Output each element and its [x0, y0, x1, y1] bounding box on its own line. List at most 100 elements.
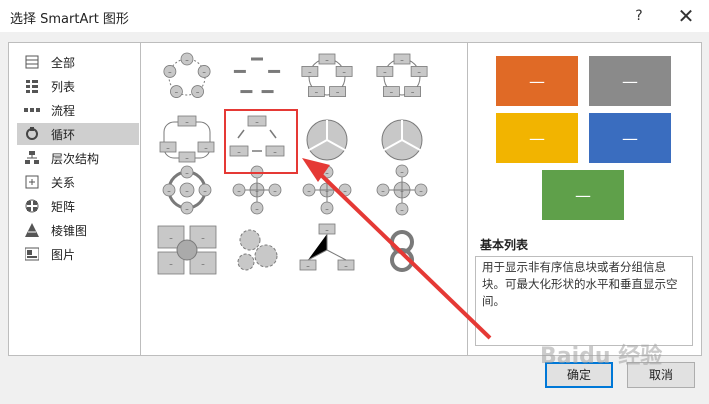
list-icon: [23, 78, 41, 94]
layout-name: 基本列表: [480, 238, 529, 252]
svg-text:–: –: [185, 169, 189, 177]
layout-thumbnail-graphic: – – – – –: [301, 53, 353, 97]
svg-text:–: –: [400, 168, 404, 176]
category-matrix[interactable]: 矩阵: [17, 195, 139, 217]
svg-text:–: –: [343, 187, 347, 195]
layout-thumbnail[interactable]: [367, 218, 437, 282]
svg-text:–: –: [315, 89, 319, 97]
svg-text:–: –: [417, 68, 421, 76]
svg-text:–: –: [203, 187, 207, 195]
svg-text:–: –: [273, 187, 277, 195]
category-label: 关系: [51, 175, 76, 190]
preview-tile-2: —: [589, 56, 671, 106]
svg-text:–: –: [196, 89, 200, 97]
svg-text:–: –: [255, 205, 259, 213]
watermark: Baidu 经验: [540, 344, 663, 369]
category-label: 全部: [51, 55, 76, 70]
pyramid-icon: [23, 222, 41, 238]
category-pyramid[interactable]: 棱锥图: [17, 219, 139, 241]
svg-text:–: –: [325, 169, 329, 177]
layout-thumbnail[interactable]: –––––: [292, 158, 362, 222]
layout-thumbnail[interactable]: –––––: [367, 158, 437, 222]
layout-description: 用于显示非有序信息块或者分组信息块。可最大化形状的水平和垂直显示空间。: [475, 256, 693, 346]
all-icon: [23, 54, 41, 70]
svg-text:–: –: [202, 68, 206, 76]
close-button[interactable]: ✕: [672, 4, 700, 28]
category-label: 流程: [51, 103, 76, 118]
layout-thumbnail[interactable]: – – – – –: [152, 158, 222, 222]
svg-text:–: –: [201, 234, 205, 242]
category-hierarchy[interactable]: 层次结构: [17, 147, 139, 169]
layout-thumbnail-graphic: – – – – –: [376, 53, 428, 97]
svg-text:–: –: [201, 260, 205, 268]
category-label: 图片: [51, 247, 76, 262]
layout-thumbnail-graphic: [233, 57, 281, 94]
category-list: 全部 列表 流程 循环 层次结构 关系 矩阵 棱锥图 图片: [8, 42, 141, 356]
svg-text:–: –: [336, 89, 340, 97]
svg-text:–: –: [237, 187, 241, 195]
svg-text:–: –: [390, 89, 394, 97]
svg-text:–: –: [185, 205, 189, 213]
svg-text:–: –: [325, 226, 329, 234]
svg-text:–: –: [400, 206, 404, 214]
svg-text:–: –: [185, 56, 189, 64]
preview-tile-1: —: [496, 56, 578, 106]
category-process[interactable]: 流程: [17, 99, 139, 121]
svg-text:–: –: [400, 56, 404, 64]
picture-icon: [23, 246, 41, 262]
category-label: 棱锥图: [51, 223, 88, 238]
category-list-item[interactable]: 列表: [17, 75, 139, 97]
layout-thumbnail[interactable]: – – – –: [152, 218, 222, 282]
svg-text:–: –: [383, 68, 387, 76]
layout-thumbnail[interactable]: – – – – –: [292, 45, 362, 109]
preview-tile-5: —: [542, 170, 624, 220]
svg-text:–: –: [342, 68, 346, 76]
layout-thumbnail[interactable]: [222, 45, 292, 109]
help-button[interactable]: ?: [628, 6, 650, 26]
svg-text:–: –: [344, 262, 348, 270]
preview-tile-4: —: [589, 113, 671, 163]
svg-text:–: –: [167, 187, 171, 195]
layout-thumbnail-graphic: –––––: [302, 165, 352, 215]
svg-text:–: –: [325, 56, 329, 64]
category-label: 矩阵: [51, 199, 76, 214]
svg-text:–: –: [168, 68, 172, 76]
selected-layout-highlight: [224, 109, 298, 174]
layout-thumbnail-graphic: [237, 229, 278, 271]
category-label: 层次结构: [51, 151, 100, 166]
layout-thumbnail[interactable]: – – –: [292, 218, 362, 282]
category-cycle[interactable]: 循环: [17, 123, 139, 145]
layout-thumbnail-graphic: – – – –: [157, 225, 217, 275]
layout-thumbnail-graphic: – – – – –: [163, 52, 211, 98]
svg-text:–: –: [204, 144, 208, 152]
hierarchy-icon: [23, 150, 41, 166]
layout-thumbnail-graphic: –––––: [376, 164, 428, 216]
process-icon: [23, 102, 41, 118]
svg-text:–: –: [306, 262, 310, 270]
category-picture[interactable]: 图片: [17, 243, 139, 265]
svg-text:–: –: [169, 260, 173, 268]
category-label: 循环: [51, 127, 76, 142]
svg-text:–: –: [185, 187, 189, 195]
svg-text:–: –: [419, 187, 423, 195]
layout-thumbnail-graphic: [390, 230, 414, 272]
title-bar: 选择 SmartArt 图形 ? ✕: [0, 0, 709, 32]
svg-text:–: –: [325, 205, 329, 213]
svg-text:–: –: [175, 89, 179, 97]
category-relationship[interactable]: 关系: [17, 171, 139, 193]
category-all[interactable]: 全部: [17, 51, 139, 73]
matrix-icon: [23, 198, 41, 214]
layout-thumbnail[interactable]: [222, 218, 292, 282]
layout-thumbnail-graphic: – – – – –: [162, 165, 212, 215]
layout-thumbnail[interactable]: – – – – –: [152, 45, 222, 109]
svg-text:–: –: [308, 68, 312, 76]
cycle-icon: [23, 126, 41, 142]
svg-text:–: –: [411, 89, 415, 97]
svg-text:–: –: [166, 144, 170, 152]
preview-tile-3: —: [496, 113, 578, 163]
layout-thumbnail[interactable]: – – – – –: [367, 45, 437, 109]
svg-text:–: –: [169, 234, 173, 242]
svg-text:–: –: [185, 118, 189, 126]
dialog-title: 选择 SmartArt 图形: [10, 12, 129, 27]
category-label: 列表: [51, 79, 76, 94]
